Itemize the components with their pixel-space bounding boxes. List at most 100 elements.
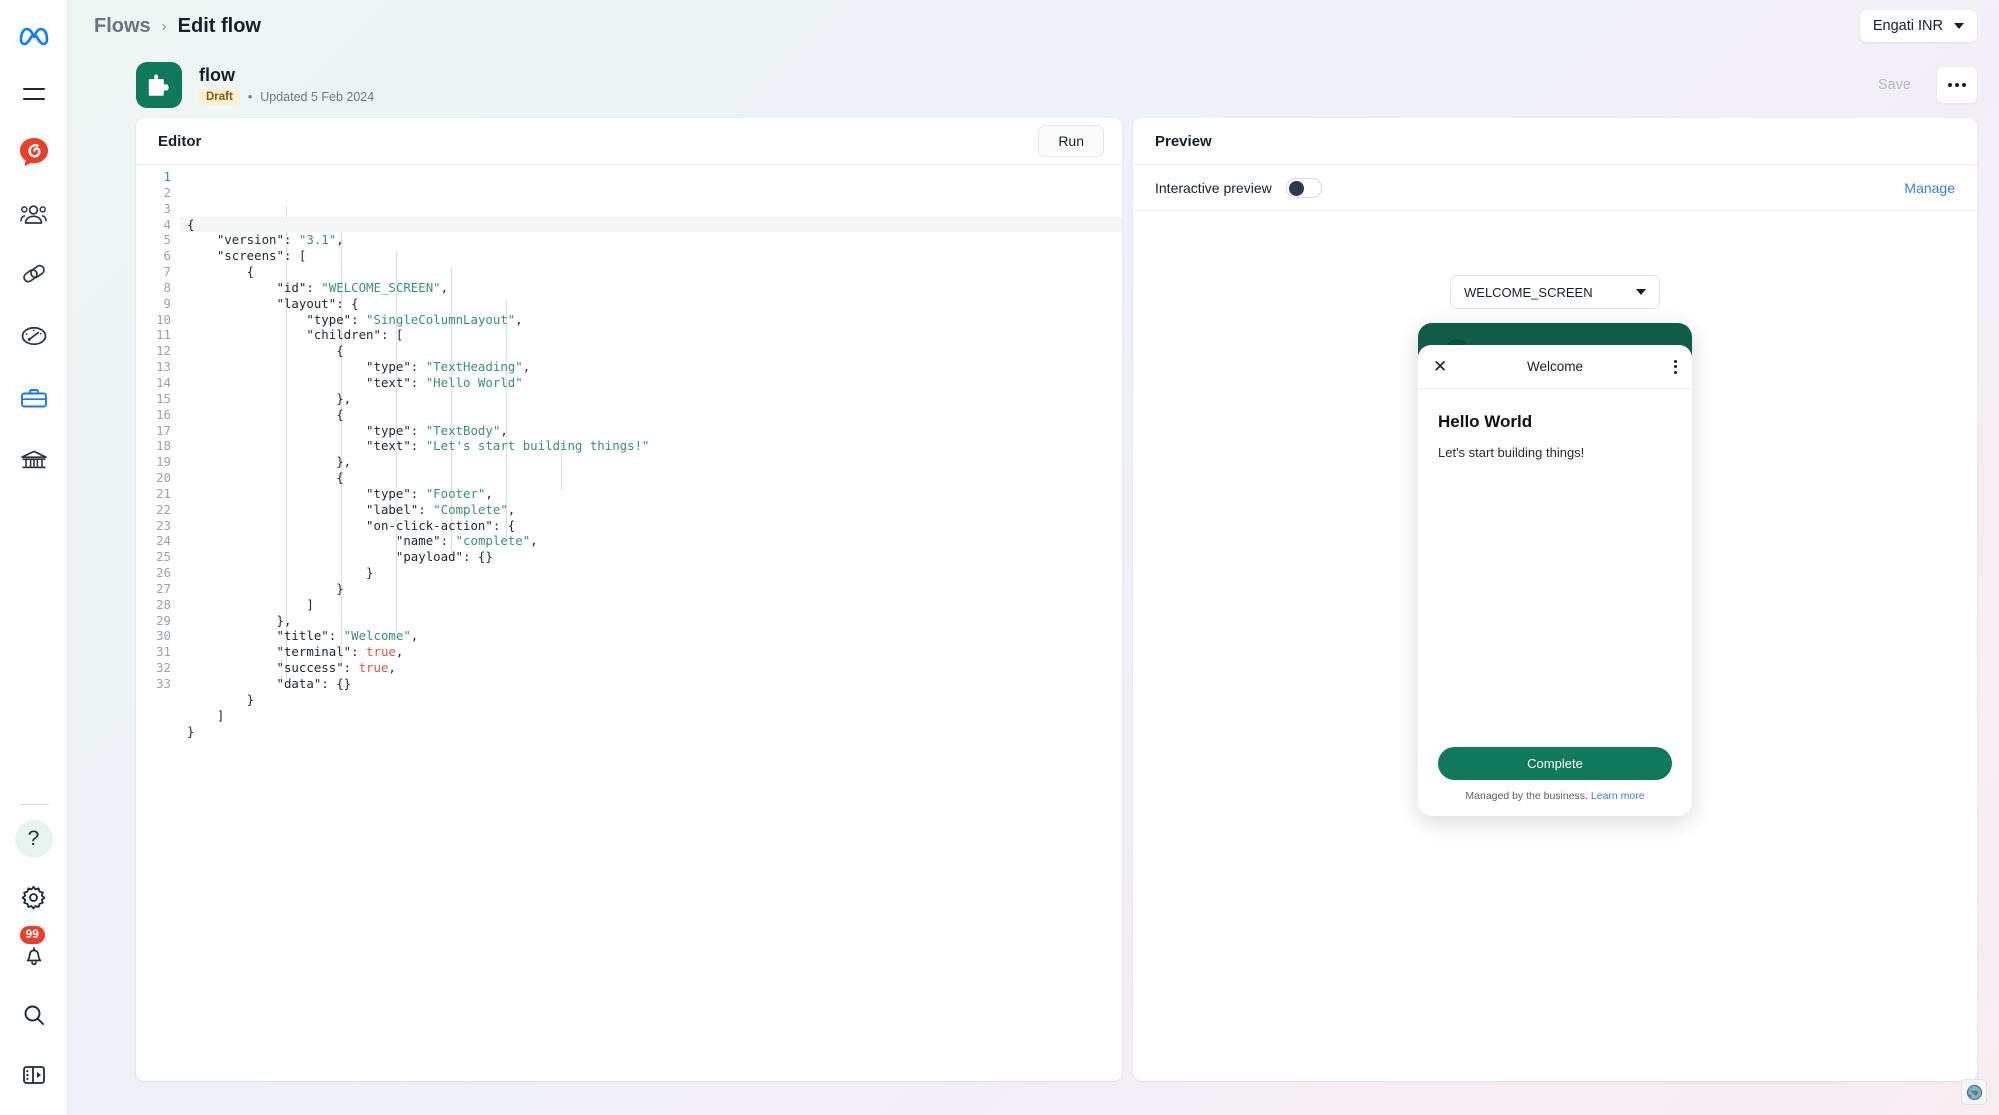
code-line[interactable]: }	[187, 692, 1122, 708]
code-token: ,	[396, 644, 403, 659]
close-x-icon[interactable]: ✕	[1433, 358, 1447, 375]
line-number: 13	[136, 359, 171, 375]
code-line[interactable]: "text": "Hello World"	[187, 375, 1122, 391]
preview-body-text: Let's start building things!	[1438, 445, 1672, 460]
code-line[interactable]: "data": {}	[187, 676, 1122, 692]
code-line[interactable]: },	[187, 391, 1122, 407]
line-number: 11	[136, 327, 171, 343]
code-token: "terminal":	[187, 644, 366, 659]
code-line[interactable]: {	[187, 264, 1122, 280]
code-line[interactable]: "title": "Welcome",	[187, 628, 1122, 644]
hamburger-menu-icon[interactable]	[12, 72, 56, 116]
manage-link[interactable]: Manage	[1904, 180, 1955, 196]
line-number: 27	[136, 581, 171, 597]
bank-institution-icon[interactable]	[12, 438, 56, 482]
code-line[interactable]: ]	[187, 708, 1122, 724]
code-token: "name":	[187, 533, 456, 548]
code-line[interactable]: "type": "SingleColumnLayout",	[187, 312, 1122, 328]
sheet-title: Welcome	[1418, 359, 1692, 374]
code-line[interactable]: "type": "TextHeading",	[187, 359, 1122, 375]
updated-text: Updated 5 Feb 2024	[260, 90, 374, 104]
breadcrumb: Flows › Edit flow	[94, 15, 261, 38]
code-token: "success":	[187, 660, 359, 675]
code-token: {	[187, 264, 254, 279]
code-line[interactable]: },	[187, 454, 1122, 470]
screen-select-dropdown[interactable]: WELCOME_SCREEN	[1450, 275, 1660, 309]
code-line[interactable]: "label": "Complete",	[187, 502, 1122, 518]
app-root: ? 99	[0, 0, 1999, 1115]
engagement-chat-icon[interactable]	[12, 130, 56, 174]
horizontal-scrollbar[interactable]	[136, 1072, 1122, 1081]
code-line[interactable]: }	[187, 724, 1122, 740]
flow-title-row: flow Draft • Updated 5 Feb 2024 Save	[68, 52, 1999, 118]
line-number: 17	[136, 423, 171, 439]
code-line[interactable]: {	[187, 470, 1122, 486]
gear-settings-icon[interactable]	[12, 875, 56, 919]
code-token: ,	[388, 660, 395, 675]
code-line[interactable]: "terminal": true,	[187, 644, 1122, 660]
code-line[interactable]: "success": true,	[187, 660, 1122, 676]
more-options-button[interactable]	[1937, 67, 1977, 103]
code-line[interactable]: "version": "3.1",	[187, 232, 1122, 248]
code-line[interactable]: "type": "Footer",	[187, 486, 1122, 502]
code-line[interactable]: "id": "WELCOME_SCREEN",	[187, 280, 1122, 296]
code-content[interactable]: { "version": "3.1", "screens": [ { "id":…	[180, 169, 1122, 1081]
flow-title-texts: flow Draft • Updated 5 Feb 2024	[199, 65, 374, 105]
code-token: "label":	[187, 502, 433, 517]
code-line[interactable]: "text": "Let's start building things!"	[187, 438, 1122, 454]
breadcrumb-flows[interactable]: Flows	[94, 15, 151, 38]
chevron-down-icon	[1636, 289, 1646, 295]
account-selector-button[interactable]: Engati INR	[1860, 10, 1977, 42]
code-token: ,	[515, 312, 522, 327]
code-line[interactable]: "payload": {}	[187, 549, 1122, 565]
panel-layout-icon[interactable]	[12, 1053, 56, 1097]
sheet-header: ✕ Welcome	[1418, 345, 1692, 389]
code-line[interactable]: }	[187, 565, 1122, 581]
code-line[interactable]: },	[187, 613, 1122, 629]
code-line[interactable]: {	[187, 217, 1122, 233]
overflow-menu-icon[interactable]	[1674, 360, 1677, 374]
meta-logo-icon[interactable]	[0, 14, 67, 58]
notification-badge: 99	[18, 924, 47, 946]
code-line[interactable]: ]	[187, 597, 1122, 613]
code-line[interactable]: "on-click-action": {	[187, 518, 1122, 534]
line-number: 3	[136, 201, 171, 217]
code-line[interactable]: }	[187, 581, 1122, 597]
audience-people-icon[interactable]	[12, 192, 56, 236]
line-number: 18	[136, 438, 171, 454]
briefcase-toolkit-icon[interactable]	[12, 376, 56, 420]
run-button[interactable]: Run	[1038, 125, 1104, 157]
line-number: 1	[136, 169, 171, 185]
complete-button[interactable]: Complete	[1438, 747, 1672, 780]
link-chain-icon[interactable]	[12, 252, 56, 296]
code-token: }	[187, 581, 344, 596]
code-token: {	[187, 217, 194, 232]
globe-icon[interactable]	[1961, 1079, 1987, 1105]
account-name: Engati INR	[1873, 18, 1943, 34]
code-editor[interactable]: 1234567891011121314151617181920212223242…	[136, 165, 1122, 1081]
page-title: flow	[199, 65, 374, 85]
line-number: 29	[136, 613, 171, 629]
learn-more-link[interactable]: Learn more	[1591, 790, 1645, 802]
line-number: 22	[136, 502, 171, 518]
speedometer-icon[interactable]	[12, 314, 56, 358]
code-line[interactable]: "children": [	[187, 327, 1122, 343]
code-line[interactable]: "layout": {	[187, 296, 1122, 312]
editor-title: Editor	[158, 133, 201, 150]
bell-notification-icon[interactable]: 99	[12, 933, 56, 977]
code-line[interactable]: {	[187, 407, 1122, 423]
search-magnifier-icon[interactable]	[12, 993, 56, 1037]
code-line[interactable]: "type": "TextBody",	[187, 423, 1122, 439]
interactive-preview-toggle[interactable]	[1286, 178, 1322, 198]
code-line[interactable]: "name": "complete",	[187, 533, 1122, 549]
code-line[interactable]: {	[187, 343, 1122, 359]
code-line[interactable]: "screens": [	[187, 248, 1122, 264]
screen-select-value: WELCOME_SCREEN	[1464, 285, 1593, 300]
save-button[interactable]: Save	[1862, 69, 1927, 101]
code-token: ,	[336, 232, 343, 247]
code-token: }	[187, 692, 254, 707]
code-token: "title":	[187, 628, 344, 643]
help-question-icon[interactable]: ?	[12, 817, 56, 861]
line-number: 25	[136, 549, 171, 565]
code-token: },	[187, 613, 291, 628]
